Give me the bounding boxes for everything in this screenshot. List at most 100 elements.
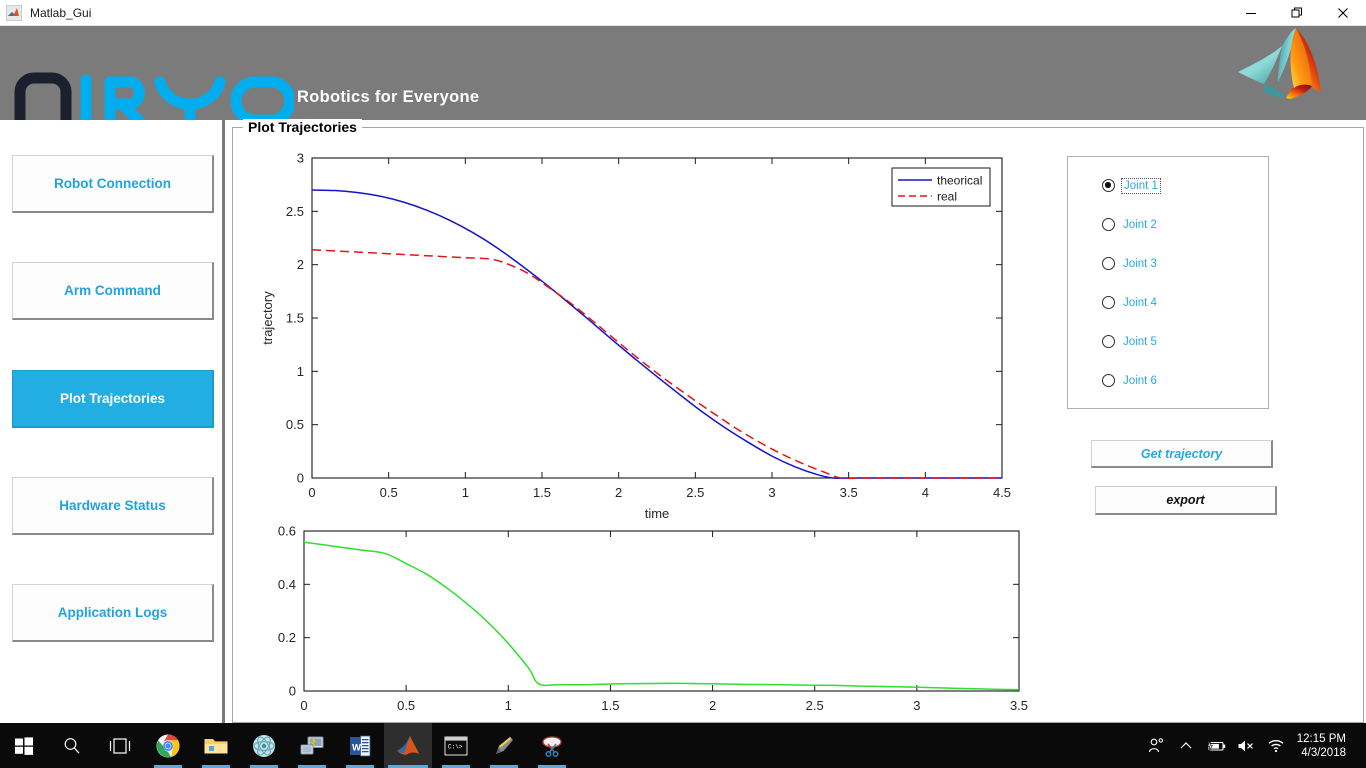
panel-title: Plot Trajectories [243,119,362,135]
svg-text:1: 1 [297,364,304,379]
chrome-button[interactable] [144,723,192,768]
svg-text:0.5: 0.5 [397,698,415,713]
radio-joint-6[interactable]: Joint 6 [1102,374,1157,387]
volume-button[interactable] [1231,723,1261,768]
people-button[interactable] [1141,723,1171,768]
chrome-icon [156,734,180,757]
radio-button-icon [1102,335,1115,348]
svg-text:0: 0 [297,471,304,486]
show-desktop-button[interactable] [1356,723,1362,768]
clock[interactable]: 12:15 PM 4/3/2018 [1291,732,1356,760]
plot-trajectories-panel: Plot Trajectories 0 0.5 1 1.5 2 2.5 3 3.5 4 4.5 0 0… [232,119,1364,723]
radio-label: Joint 1 [1121,177,1161,194]
radio-joint-4[interactable]: Joint 4 [1102,296,1157,309]
matlab-button[interactable] [384,723,432,768]
remote-desktop-button[interactable] [288,723,336,768]
atom-app-icon [253,734,275,757]
wifi-icon [1268,739,1284,752]
sidebar-item-label: Robot Connection [54,176,171,191]
atom-app-button[interactable] [240,723,288,768]
task-view-button[interactable] [96,723,144,768]
wifi-button[interactable] [1261,723,1291,768]
niryo-logo [14,72,296,120]
svg-text:4.5: 4.5 [993,485,1011,500]
task-view-icon [109,737,131,754]
radio-label: Joint 2 [1123,218,1157,231]
window-title: Matlab_Gui [30,5,92,20]
show-hidden-icons-button[interactable] [1171,723,1201,768]
svg-text:0.5: 0.5 [380,485,398,500]
radio-joint-3[interactable]: Joint 3 [1102,257,1157,270]
brand-tagline: Robotics for Everyone [297,88,480,106]
snipping-tool-button[interactable] [528,723,576,768]
remote-desktop-icon [300,736,324,754]
svg-text:3.5: 3.5 [1010,698,1028,713]
volume-mute-icon [1238,740,1253,751]
svg-text:3: 3 [297,151,304,166]
command-prompt-button[interactable]: C:\> [432,723,480,768]
svg-text:0: 0 [289,684,296,699]
sidebar-item-robot-connection[interactable]: Robot Connection [12,155,214,213]
sidebar-item-label: Arm Command [64,283,161,298]
matlab-membrane-logo [1224,26,1364,120]
close-button[interactable] [1320,0,1366,26]
radio-joint-1[interactable]: Joint 1 [1102,177,1161,194]
svg-text:1.5: 1.5 [601,698,619,713]
velocity-chart: 0 0.5 1 1.5 2 2.5 3 3.5 0 0.2 0.4 0.6 [255,523,1050,723]
radio-label: Joint 4 [1123,296,1157,309]
export-button[interactable]: export [1095,486,1277,515]
svg-text:1.5: 1.5 [286,311,304,326]
svg-text:W: W [352,742,361,753]
svg-text:4: 4 [922,485,929,500]
snipping-tool-icon [542,735,562,757]
radio-label: Joint 3 [1123,257,1157,270]
svg-text:1.5: 1.5 [533,485,551,500]
svg-text:0.4: 0.4 [278,577,296,592]
windows-start-button[interactable] [0,723,48,768]
radio-joint-5[interactable]: Joint 5 [1102,335,1157,348]
svg-text:0: 0 [308,485,315,500]
radio-button-icon [1102,374,1115,387]
svg-text:3: 3 [768,485,775,500]
clock-date: 4/3/2018 [1301,746,1346,759]
sidebar-item-hardware-status[interactable]: Hardware Status [12,477,214,535]
minimize-icon [1246,12,1256,14]
command-prompt-icon: C:\> [444,735,468,756]
matlab-icon [397,735,419,755]
radio-button-icon [1102,296,1115,309]
svg-text:2.5: 2.5 [686,485,704,500]
battery-button[interactable] [1201,723,1231,768]
application-window: Matlab_Gui Robotics for Everyone Robot C… [0,0,1366,768]
file-explorer-button[interactable] [192,723,240,768]
svg-text:theorical: theorical [937,174,982,188]
svg-text:0.2: 0.2 [278,630,296,645]
svg-text:3.5: 3.5 [840,485,858,500]
restore-icon [1291,7,1302,17]
get-trajectory-label: Get trajectory [1140,446,1223,461]
svg-text:2.5: 2.5 [286,204,304,219]
svg-text:trajectory: trajectory [260,291,275,345]
radio-button-icon [1102,257,1115,270]
title-bar: Matlab_Gui [0,0,1366,26]
search-button[interactable] [48,723,96,768]
sidebar-item-plot-trajectories[interactable]: Plot Trajectories [12,370,214,428]
svg-text:1: 1 [505,698,512,713]
radio-joint-2[interactable]: Joint 2 [1102,218,1157,231]
get-trajectory-button[interactable]: Get trajectory [1091,440,1273,468]
matlab-icon [5,4,23,21]
word-button[interactable]: W [336,723,384,768]
battery-charging-icon [1206,740,1225,751]
joint-selector-panel: Joint 1 Joint 2 Joint 3 Joint 4 Joint 5 … [1067,156,1269,409]
sidebar-item-label: Application Logs [57,605,168,620]
radio-button-icon [1102,218,1115,231]
minimize-button[interactable] [1228,0,1274,26]
sidebar-item-application-logs[interactable]: Application Logs [12,584,214,642]
file-explorer-icon [204,738,228,753]
sidebar-item-label: Plot Trajectories [59,391,166,406]
brand-header: Robotics for Everyone [0,26,1366,120]
chevron-up-icon [1180,741,1192,748]
svg-text:2: 2 [615,485,622,500]
maximize-button[interactable] [1274,0,1320,26]
sidebar-item-arm-command[interactable]: Arm Command [12,262,214,320]
pencil-tool-button[interactable] [480,723,528,768]
